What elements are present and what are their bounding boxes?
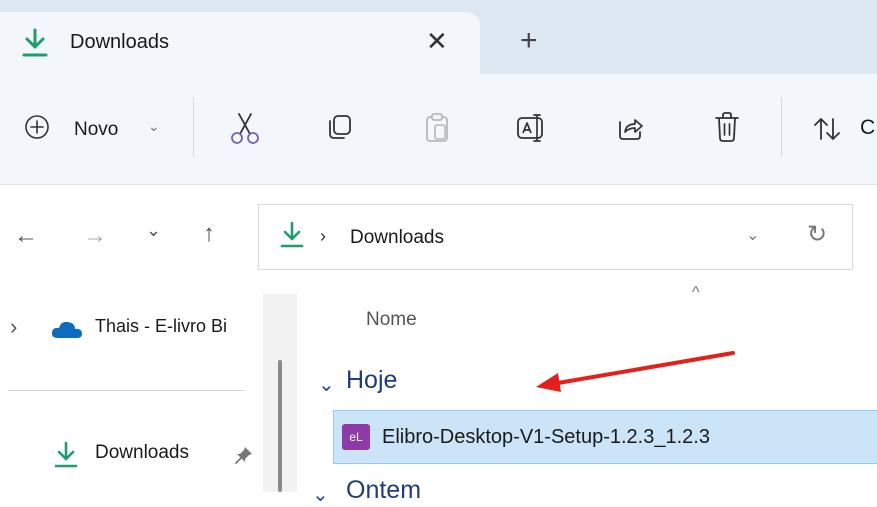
breadcrumb-downloads[interactable]: Downloads (350, 227, 444, 249)
rename-icon[interactable] (515, 112, 549, 144)
forward-button[interactable]: → (83, 222, 107, 250)
address-history-button[interactable]: ⌄ (746, 225, 759, 245)
sort-button[interactable]: C (860, 116, 875, 140)
download-icon (54, 441, 78, 468)
expand-chevron-icon[interactable]: › (10, 314, 17, 340)
back-button[interactable]: ← (14, 222, 38, 250)
tab-title: Downloads (70, 31, 169, 53)
new-button[interactable]: Novo (74, 119, 118, 141)
chevron-down-icon[interactable]: ⌄ (148, 118, 160, 135)
download-icon (22, 28, 48, 57)
group-collapse-icon[interactable]: ⌄ (312, 482, 329, 507)
breadcrumb-separator[interactable]: › (320, 226, 326, 247)
column-header-name[interactable]: Nome (366, 309, 417, 331)
toolbar-separator (193, 97, 194, 157)
scrollbar-thumb[interactable] (278, 360, 282, 492)
download-icon (280, 221, 304, 248)
recent-locations-button[interactable]: ⌄ (146, 220, 161, 241)
plus-circle-icon[interactable] (24, 114, 50, 140)
group-header-yesterday[interactable]: Ontem (346, 476, 421, 505)
installer-file-icon: eL (342, 424, 370, 450)
pin-icon[interactable] (234, 445, 254, 465)
cloud-icon (51, 321, 82, 338)
group-header-today[interactable]: Hoje (346, 366, 397, 395)
share-icon[interactable] (614, 112, 646, 144)
sidebar-item-onedrive[interactable]: Thais - E-livro Bi (95, 316, 263, 337)
close-tab-button[interactable]: ✕ (426, 26, 448, 57)
sidebar-item-downloads[interactable]: Downloads (95, 442, 189, 464)
up-button[interactable]: ↑ (203, 220, 215, 248)
new-tab-button[interactable]: + (520, 24, 538, 58)
group-collapse-icon[interactable]: ⌄ (318, 372, 335, 397)
sort-ascending-icon: ^ (692, 284, 700, 301)
file-name[interactable]: Elibro-Desktop-V1-Setup-1.2.3_1.2.3 (382, 426, 710, 449)
address-bar[interactable] (258, 204, 853, 270)
refresh-button[interactable]: ↻ (807, 220, 827, 249)
sort-icon[interactable] (812, 115, 842, 143)
copy-icon[interactable] (325, 112, 355, 142)
annotation-arrow (536, 351, 735, 392)
clipboard-icon[interactable] (422, 112, 452, 144)
scissors-icon[interactable] (228, 110, 262, 146)
trash-icon[interactable] (712, 110, 742, 144)
sidebar-divider (8, 390, 245, 391)
toolbar-separator (781, 97, 782, 157)
